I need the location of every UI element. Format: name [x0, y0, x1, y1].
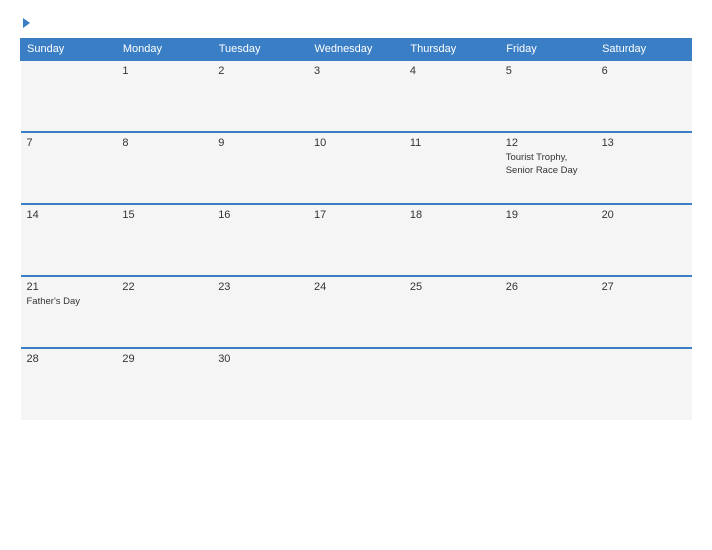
header — [20, 18, 692, 28]
calendar-cell: 18 — [404, 204, 500, 276]
day-number: 8 — [122, 137, 206, 149]
day-number: 26 — [506, 281, 590, 293]
calendar-cell — [500, 348, 596, 420]
calendar-cell: 15 — [116, 204, 212, 276]
day-number: 19 — [506, 209, 590, 221]
calendar-table: SundayMondayTuesdayWednesdayThursdayFrid… — [20, 38, 692, 420]
weekday-header-wednesday: Wednesday — [308, 39, 404, 61]
logo-triangle-icon — [23, 18, 30, 28]
day-number: 25 — [410, 281, 494, 293]
calendar-cell: 1 — [116, 60, 212, 132]
day-number: 21 — [27, 281, 111, 293]
day-number: 5 — [506, 65, 590, 77]
event-label: Father's Day — [27, 296, 81, 307]
calendar-cell: 26 — [500, 276, 596, 348]
week-row-2: 14 15 16 17 18 19 20 — [21, 204, 692, 276]
calendar-cell: 2 — [212, 60, 308, 132]
day-number: 23 — [218, 281, 302, 293]
calendar-cell — [21, 60, 117, 132]
weekday-header-monday: Monday — [116, 39, 212, 61]
calendar-cell — [404, 348, 500, 420]
calendar-cell: 3 — [308, 60, 404, 132]
day-number: 12 — [506, 137, 590, 149]
weekday-header-saturday: Saturday — [596, 39, 692, 61]
calendar-cell: 30 — [212, 348, 308, 420]
week-row-0: 123456 — [21, 60, 692, 132]
day-number: 9 — [218, 137, 302, 149]
calendar-cell: 23 — [212, 276, 308, 348]
calendar-cell: 7 — [21, 132, 117, 204]
day-number: 6 — [602, 65, 686, 77]
day-number: 15 — [122, 209, 206, 221]
day-number: 22 — [122, 281, 206, 293]
calendar-cell: 6 — [596, 60, 692, 132]
day-number: 29 — [122, 353, 206, 365]
day-number: 1 — [122, 65, 206, 77]
day-number: 2 — [218, 65, 302, 77]
calendar-cell — [308, 348, 404, 420]
week-row-1: 789 10 11 12 Tourist Trophy, Senior Race Day… — [21, 132, 692, 204]
day-number: 3 — [314, 65, 398, 77]
day-number: 28 — [27, 353, 111, 365]
calendar-cell: 8 — [116, 132, 212, 204]
week-row-3: 21 Father's Day 22 23 24 25 26 27 — [21, 276, 692, 348]
calendar-cell: 19 — [500, 204, 596, 276]
calendar-cell: 16 — [212, 204, 308, 276]
day-number: 27 — [602, 281, 686, 293]
day-number: 17 — [314, 209, 398, 221]
day-number: 16 — [218, 209, 302, 221]
calendar-cell: 12 Tourist Trophy, Senior Race Day — [500, 132, 596, 204]
calendar-cell: 17 — [308, 204, 404, 276]
calendar-cell: 9 — [212, 132, 308, 204]
day-number: 30 — [218, 353, 302, 365]
calendar-cell: 29 — [116, 348, 212, 420]
week-row-4: 28 29 30 — [21, 348, 692, 420]
day-number: 18 — [410, 209, 494, 221]
weekday-header-row: SundayMondayTuesdayWednesdayThursdayFrid… — [21, 39, 692, 61]
calendar-cell: 28 — [21, 348, 117, 420]
day-number: 7 — [27, 137, 111, 149]
calendar-cell: 20 — [596, 204, 692, 276]
calendar-cell: 25 — [404, 276, 500, 348]
logo-blue-text — [20, 18, 30, 28]
day-number: 10 — [314, 137, 398, 149]
day-number: 4 — [410, 65, 494, 77]
calendar-cell: 11 — [404, 132, 500, 204]
calendar-cell: 13 — [596, 132, 692, 204]
day-number: 20 — [602, 209, 686, 221]
calendar-cell — [596, 348, 692, 420]
day-number: 14 — [27, 209, 111, 221]
weekday-header-sunday: Sunday — [21, 39, 117, 61]
event-label: Tourist Trophy, Senior Race Day — [506, 152, 578, 176]
day-number: 11 — [410, 137, 494, 149]
calendar-cell: 27 — [596, 276, 692, 348]
calendar-cell: 14 — [21, 204, 117, 276]
calendar-cell: 22 — [116, 276, 212, 348]
day-number: 24 — [314, 281, 398, 293]
calendar-cell: 5 — [500, 60, 596, 132]
calendar-cell: 21 Father's Day — [21, 276, 117, 348]
calendar-cell: 24 — [308, 276, 404, 348]
weekday-header-tuesday: Tuesday — [212, 39, 308, 61]
calendar-page: SundayMondayTuesdayWednesdayThursdayFrid… — [0, 0, 712, 550]
day-number: 13 — [602, 137, 686, 149]
calendar-cell: 10 — [308, 132, 404, 204]
calendar-cell: 4 — [404, 60, 500, 132]
weekday-header-friday: Friday — [500, 39, 596, 61]
weekday-header-thursday: Thursday — [404, 39, 500, 61]
logo — [20, 18, 30, 28]
